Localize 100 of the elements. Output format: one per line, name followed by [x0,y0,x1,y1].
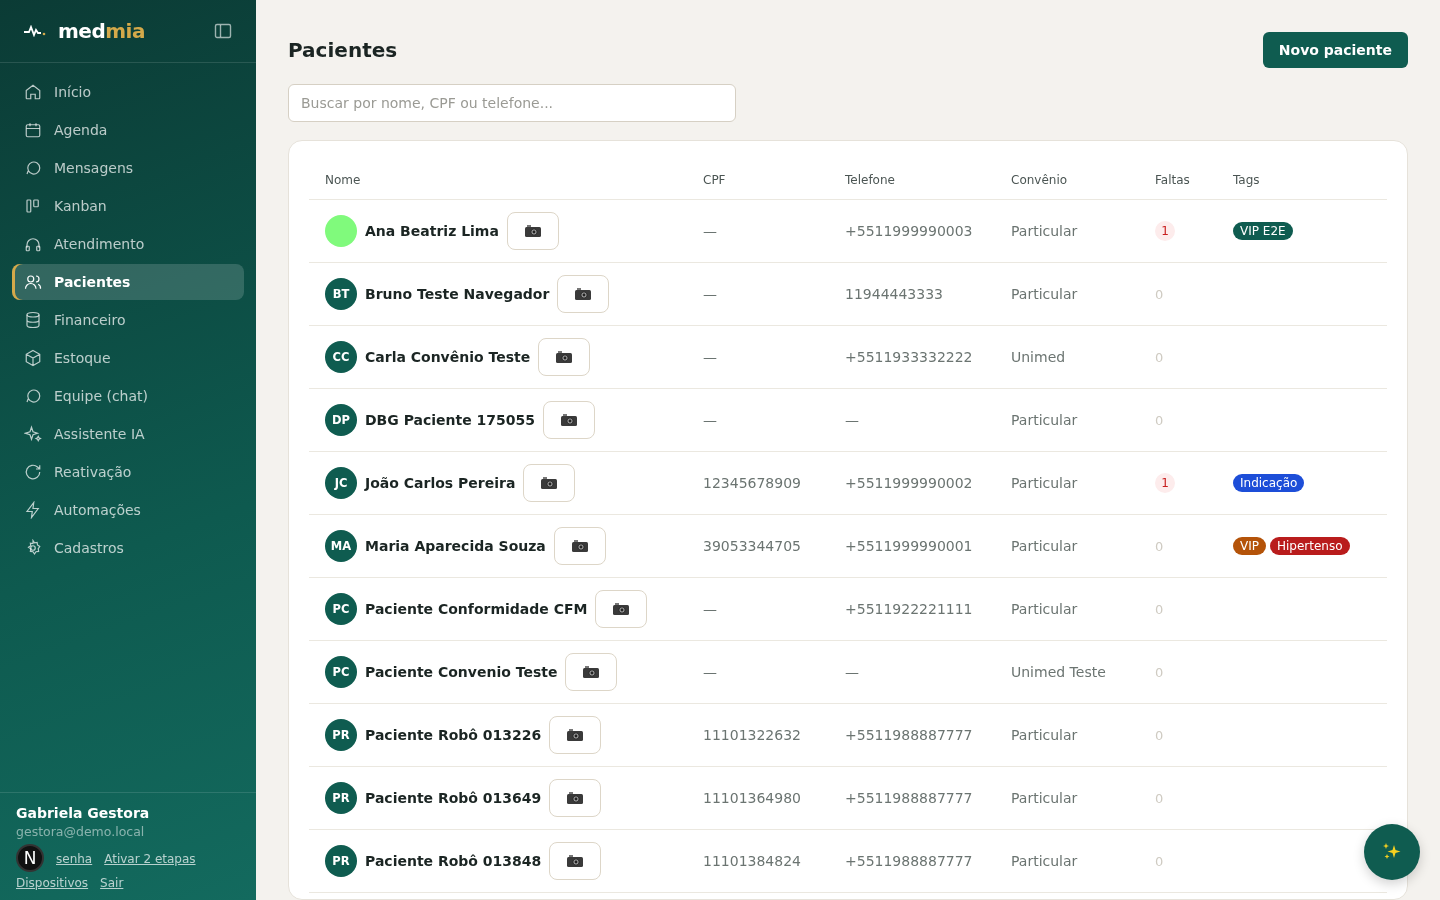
bolt-icon [24,501,42,519]
avatar: DP [325,404,357,436]
avatar: PR [325,782,357,814]
box-icon [24,349,42,367]
camera-button[interactable] [549,716,602,754]
column-header: Convênio [995,161,1139,200]
account-link[interactable]: Sair [100,876,124,890]
absence-count: 1 [1155,221,1175,241]
table-cell: — [845,664,859,680]
camera-button[interactable] [523,464,576,502]
absence-count: 0 [1155,286,1164,302]
absence-count: 1 [1155,473,1175,493]
sidebar-item[interactable]: Mensagens [12,150,244,186]
table-cell: Particular [1011,475,1078,491]
sidebar-item[interactable]: Agenda [12,112,244,148]
absence-count: 0 [1155,727,1164,743]
camera-icon [540,476,559,490]
sidebar-item[interactable]: Automações [12,492,244,528]
tag: Indicação [1233,474,1305,492]
user-name: Gabriela Gestora [16,805,151,821]
sidebar-item[interactable]: Cadastros [12,530,244,566]
calendar-icon [24,121,42,139]
table-cell: +5511988887777 [845,790,973,806]
new-patient-button[interactable]: Novo paciente [1262,32,1408,68]
table-cell: 39053344705 [703,538,801,554]
table-cell: +5511933332222 [845,349,973,365]
avatar: CC [325,341,357,373]
camera-button[interactable] [553,527,606,565]
speech-bubble-icon [24,159,42,177]
patient-name[interactable]: Carla Convênio Teste [365,349,531,365]
table-cell: Particular [1011,412,1078,428]
tag: VIP E2E [1233,222,1293,240]
sidebar-toggle-icon[interactable] [214,22,232,40]
sidebar-item[interactable]: Financeiro [12,302,244,338]
table-cell: +5511999990001 [845,538,973,554]
dev-tools-badge[interactable]: N [16,844,44,872]
sidebar-item[interactable]: Reativação [12,454,244,490]
table-cell: — [703,412,717,428]
camera-button[interactable] [565,653,618,691]
sidebar-item[interactable]: Equipe (chat) [12,378,244,414]
table-cell: 11101364980 [703,790,801,806]
user-email: gestora@demo.local [16,824,146,839]
camera-icon [523,224,542,238]
tag: VIP [1233,537,1266,555]
pulse-logo-icon [24,25,46,37]
sidebar-item[interactable]: Início [12,74,244,110]
patient-name[interactable]: Paciente Robô 013649 [365,790,542,806]
table-cell: 11101322632 [703,727,801,743]
patient-name[interactable]: Paciente Robô 013226 [365,727,542,743]
camera-icon [582,665,601,679]
sidebar-item[interactable]: Atendimento [12,226,244,262]
patient-name[interactable]: Paciente Robô 013848 [365,853,542,869]
camera-button[interactable] [506,212,559,250]
table-cell: — [845,412,859,428]
table-cell: Particular [1011,853,1078,869]
refresh-icon [24,463,42,481]
home-icon [24,83,42,101]
camera-button[interactable] [549,842,602,880]
speech-bubble-icon [24,387,42,405]
camera-icon [555,350,574,364]
absence-count: 0 [1155,412,1164,428]
column-header: Tags [1217,161,1387,200]
avatar: PC [325,656,357,688]
table-cell: Particular [1011,286,1078,302]
patient-name[interactable]: Ana Beatriz Lima [365,223,499,239]
patient-name[interactable]: Bruno Teste Navegador [365,286,550,302]
column-header: CPF [687,161,829,200]
table-cell: +5511988887777 [845,727,973,743]
camera-icon [612,602,631,616]
table-cell: +5511999990003 [845,223,973,239]
camera-button[interactable] [538,338,591,376]
table-cell: +5511922221111 [845,601,973,617]
column-header: Telefone [829,161,995,200]
patient-name[interactable]: DBG Paciente 175055 [365,412,536,428]
account-link[interactable]: senha [56,852,93,866]
camera-button[interactable] [595,590,648,628]
avatar: PC [325,593,357,625]
sidebar-item[interactable]: Kanban [12,188,244,224]
account-link[interactable]: Ativar 2 etapas [104,852,196,866]
camera-button[interactable] [549,779,602,817]
table-cell: Unimed [1011,349,1066,365]
avatar: PR [325,845,357,877]
patient-name[interactable]: João Carlos Pereira [365,475,516,491]
search-field[interactable]: Buscar por nome, CPF ou telefone... [288,84,736,122]
patient-name[interactable]: Paciente Convenio Teste [365,664,558,680]
table-cell: Particular [1011,538,1078,554]
column-header: Faltas [1139,161,1217,200]
avatar: MA [325,530,357,562]
sidebar-item[interactable]: Estoque [12,340,244,376]
page-title: Pacientes [288,38,398,62]
camera-button[interactable] [557,275,610,313]
sidebar-item[interactable]: Assistente IA [12,416,244,452]
database-icon [24,311,42,329]
camera-button[interactable] [543,401,596,439]
camera-icon [560,413,579,427]
patient-name[interactable]: Maria Aparecida Souza [365,538,546,554]
sidebar-item[interactable]: Pacientes [12,264,244,300]
camera-icon [566,728,585,742]
account-link[interactable]: Dispositivos [16,876,89,890]
patient-name[interactable]: Paciente Conformidade CFM [365,601,588,617]
